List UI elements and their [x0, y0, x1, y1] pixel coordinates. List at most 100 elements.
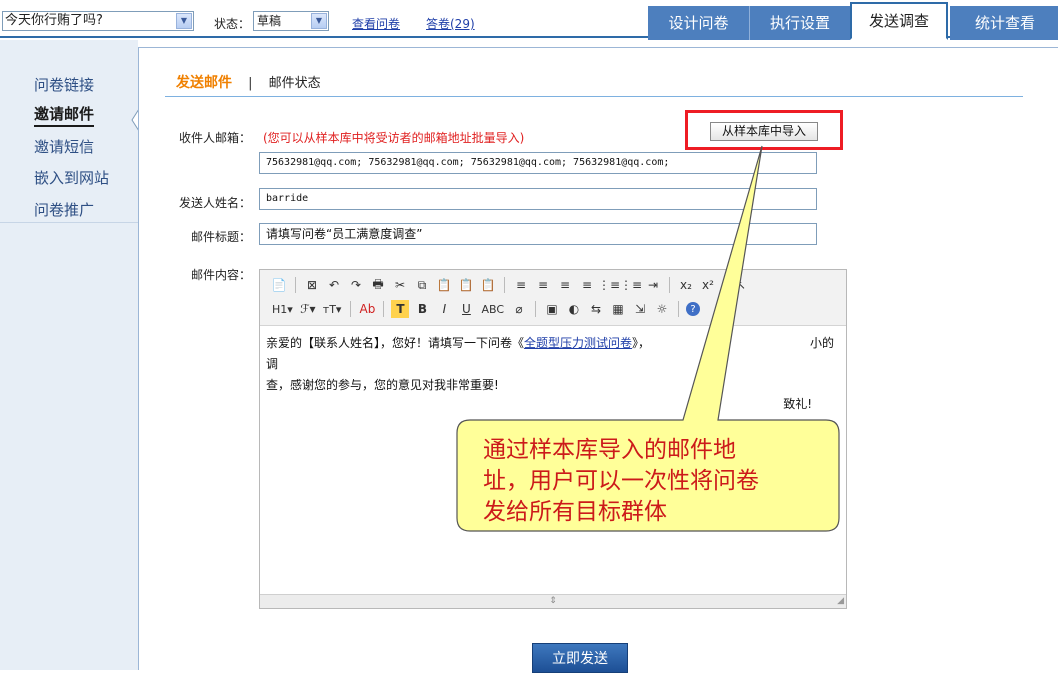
toolbar-button-icon[interactable]: ⇆ [587, 300, 605, 318]
toolbar-button-icon[interactable]: ABC [479, 300, 506, 318]
resize-grip-icon[interactable]: ◢ [837, 595, 844, 607]
toolbar-button-icon[interactable]: ✂ [391, 276, 409, 294]
toolbar-row-2: H1▾ ℱ▾ тT▾ Ab T B I U ABC ⌀ ▣ ◐ ⇆ ▦ ⇲ ☼? [270, 298, 701, 320]
toolbar-button-icon[interactable]: ◐ [565, 300, 583, 318]
editor-toolbar: 📄 ⊠ ↶ ↷ 🖶 ✂ ⧉ 📋 📋 📋 ≡ ≡ ≡ ≡ ⋮≡ ⋮≡ ⇥ x₂ x² ↖ H1▾ ℱ▾ тT▾ Ab T B I U A… [260, 270, 846, 326]
toolbar-button-icon[interactable]: ↷ [347, 276, 365, 294]
tab-send-survey[interactable]: 发送调查 [850, 2, 948, 40]
toolbar-button-icon[interactable]: ⇲ [631, 300, 649, 318]
sidebar-item-invite-sms[interactable]: 邀请短信 [34, 136, 94, 157]
toolbar-button-icon[interactable]: ▣ [543, 300, 561, 318]
toolbar-button-icon[interactable]: ↶ [325, 276, 343, 294]
toolbar-button-icon[interactable]: ⇥ [644, 276, 662, 294]
editor-line-2: 查，感谢您的参与，您的意见对我非常重要! [266, 378, 499, 392]
toolbar-button-icon[interactable]: T [391, 300, 410, 318]
survey-select-value: 今天你行贿了吗? [5, 13, 103, 28]
callout-text: 通过样本库导入的邮件地 址，用户可以一次性将问卷 发给所有目标群体 [483, 435, 823, 528]
toolbar-button-icon[interactable]: I [435, 300, 453, 318]
editor-closing: 致礼! [783, 397, 812, 411]
send-now-button[interactable]: 立即发送 [532, 643, 628, 673]
toolbar-button-icon[interactable]: ≡ [556, 276, 574, 294]
toolbar-button-icon[interactable]: тT▾ [321, 300, 344, 318]
sidebar-item-promotion[interactable]: 问卷推广 [34, 199, 94, 220]
toolbar-button-icon[interactable]: 📄 [270, 276, 288, 294]
view-survey-link[interactable]: 查看问卷 [352, 15, 400, 32]
subject-field[interactable]: 请填写问卷“员工满意度调查” [259, 223, 817, 245]
main-panel: 发送邮件 | 邮件状态 收件人邮箱： (您可以从样本库中将受访者的邮箱地址批量导… [138, 47, 1058, 673]
callout-line: 通过样本库导入的邮件地 [483, 437, 736, 463]
toolbar-button-icon[interactable]: x² [699, 276, 717, 294]
recipient-hint: (您可以从样本库中将受访者的邮箱地址批量导入) [263, 131, 525, 145]
toolbar-button-icon[interactable]: x₂ [677, 276, 695, 294]
answers-link[interactable]: 答卷(29) [426, 15, 475, 32]
toolbar-button-icon[interactable]: ↖ [732, 276, 750, 294]
toolbar-separator [504, 277, 505, 293]
resize-handle-icon[interactable]: ⇕ [549, 596, 557, 606]
subnav-separator: | [248, 76, 253, 91]
status-select-value: 草稿 [257, 14, 282, 28]
subject-label: 邮件标题： [190, 230, 251, 244]
subnav-underline [165, 96, 1023, 97]
toolbar-separator [535, 301, 537, 317]
survey-link[interactable]: 全题型压力测试问卷 [524, 336, 632, 350]
toolbar-button-icon[interactable]: ⋮≡ [598, 276, 620, 294]
toolbar-button-icon[interactable]: ℱ▾ [299, 300, 317, 318]
import-from-sample-button[interactable]: 从样本库中导入 [710, 122, 818, 141]
sender-name-field[interactable]: barride [259, 188, 817, 210]
toolbar-button-icon[interactable]: ⋮≡ [620, 276, 642, 294]
toolbar-separator [350, 301, 352, 317]
toolbar-button-icon[interactable]: U [457, 300, 475, 318]
toolbar-button-icon[interactable]: 🖶 [369, 276, 387, 294]
tab-design-survey[interactable]: 设计问卷 [648, 6, 750, 40]
toolbar-button-icon[interactable]: ⧉ [413, 276, 431, 294]
sidebar-item-embed-website[interactable]: 嵌入到网站 [34, 167, 109, 188]
status-label: 状态： [214, 17, 251, 31]
toolbar-separator [295, 277, 296, 293]
import-highlight-box: 从样本库中导入 [685, 110, 843, 150]
toolbar-separator [669, 277, 670, 293]
toolbar-button-icon[interactable]: Ab [358, 300, 376, 318]
toolbar-button-icon[interactable]: H1▾ [270, 300, 295, 318]
chevron-down-icon[interactable]: ▼ [176, 13, 192, 29]
toolbar-button-icon[interactable]: ⊠ [303, 276, 321, 294]
subnav: 发送邮件 | 邮件状态 [176, 72, 321, 92]
toolbar-row-1: 📄 ⊠ ↶ ↷ 🖶 ✂ ⧉ 📋 📋 📋 ≡ ≡ ≡ ≡ ⋮≡ ⋮≡ ⇥ x₂ x² ↖ [270, 274, 750, 296]
chevron-down-icon[interactable]: ▼ [311, 13, 327, 29]
toolbar-separator [383, 301, 385, 317]
body-text-prefix: 亲爱的【联系人姓名】，您好！请填写一下问卷《 [266, 336, 525, 350]
toolbar-button-icon[interactable]: ≡ [512, 276, 530, 294]
status-select[interactable]: 草稿 ▼ [253, 11, 329, 31]
toolbar-button-icon[interactable]: 📋 [457, 276, 475, 294]
toolbar-button-icon[interactable]: 📋 [479, 276, 497, 294]
toolbar-separator [678, 301, 680, 317]
sidebar-divider [0, 222, 138, 223]
sidebar-item-survey-link[interactable]: 问卷链接 [34, 74, 94, 95]
toolbar-button-icon[interactable]: ⌀ [510, 300, 528, 318]
main-tabs: 设计问卷 执行设置 发送调查 统计查看 [648, 2, 1058, 40]
recipient-label: 收件人邮箱： [178, 131, 251, 145]
subnav-send-email[interactable]: 发送邮件 [176, 75, 232, 91]
toolbar-button-icon[interactable]: ☼ [653, 300, 671, 318]
body-text-suffix: 》， [632, 336, 651, 350]
toolbar-button-icon[interactable]: ≡ [534, 276, 552, 294]
toolbar-button-icon[interactable]: ? [686, 302, 701, 316]
sender-name-label: 发送人姓名： [178, 196, 251, 210]
toolbar-button-icon[interactable]: ▦ [609, 300, 627, 318]
sidebar: 问卷链接 邀请邮件 邀请短信 嵌入到网站 问卷推广 [0, 40, 138, 670]
toolbar-button-icon[interactable]: B [413, 300, 431, 318]
tab-statistics[interactable]: 统计查看 [950, 6, 1058, 40]
editor-line-1: 亲爱的【联系人姓名】，您好！请填写一下问卷《全题型压力测试问卷》， 小的调 [266, 333, 840, 375]
content-label: 邮件内容： [190, 268, 251, 282]
callout-line: 址，用户可以一次性将问卷 [483, 468, 759, 494]
editor-resize-bar[interactable]: ⇕ ◢ [260, 594, 846, 608]
survey-select[interactable]: 今天你行贿了吗? ▼ [2, 11, 194, 31]
toolbar-separator [724, 277, 725, 293]
subnav-email-status[interactable]: 邮件状态 [269, 76, 321, 91]
recipient-email-field[interactable]: 75632981@qq.com; 75632981@qq.com; 756329… [259, 152, 817, 174]
toolbar-button-icon[interactable]: ≡ [578, 276, 596, 294]
sidebar-item-invite-email[interactable]: 邀请邮件 [34, 103, 95, 127]
tab-execution-settings[interactable]: 执行设置 [750, 6, 850, 40]
callout-line: 发给所有目标群体 [483, 499, 667, 525]
top-bar: 今天你行贿了吗? ▼ 状态： 草稿 ▼ 查看问卷 答卷(29) 设计问卷 执行设… [0, 0, 1058, 40]
toolbar-button-icon[interactable]: 📋 [435, 276, 453, 294]
